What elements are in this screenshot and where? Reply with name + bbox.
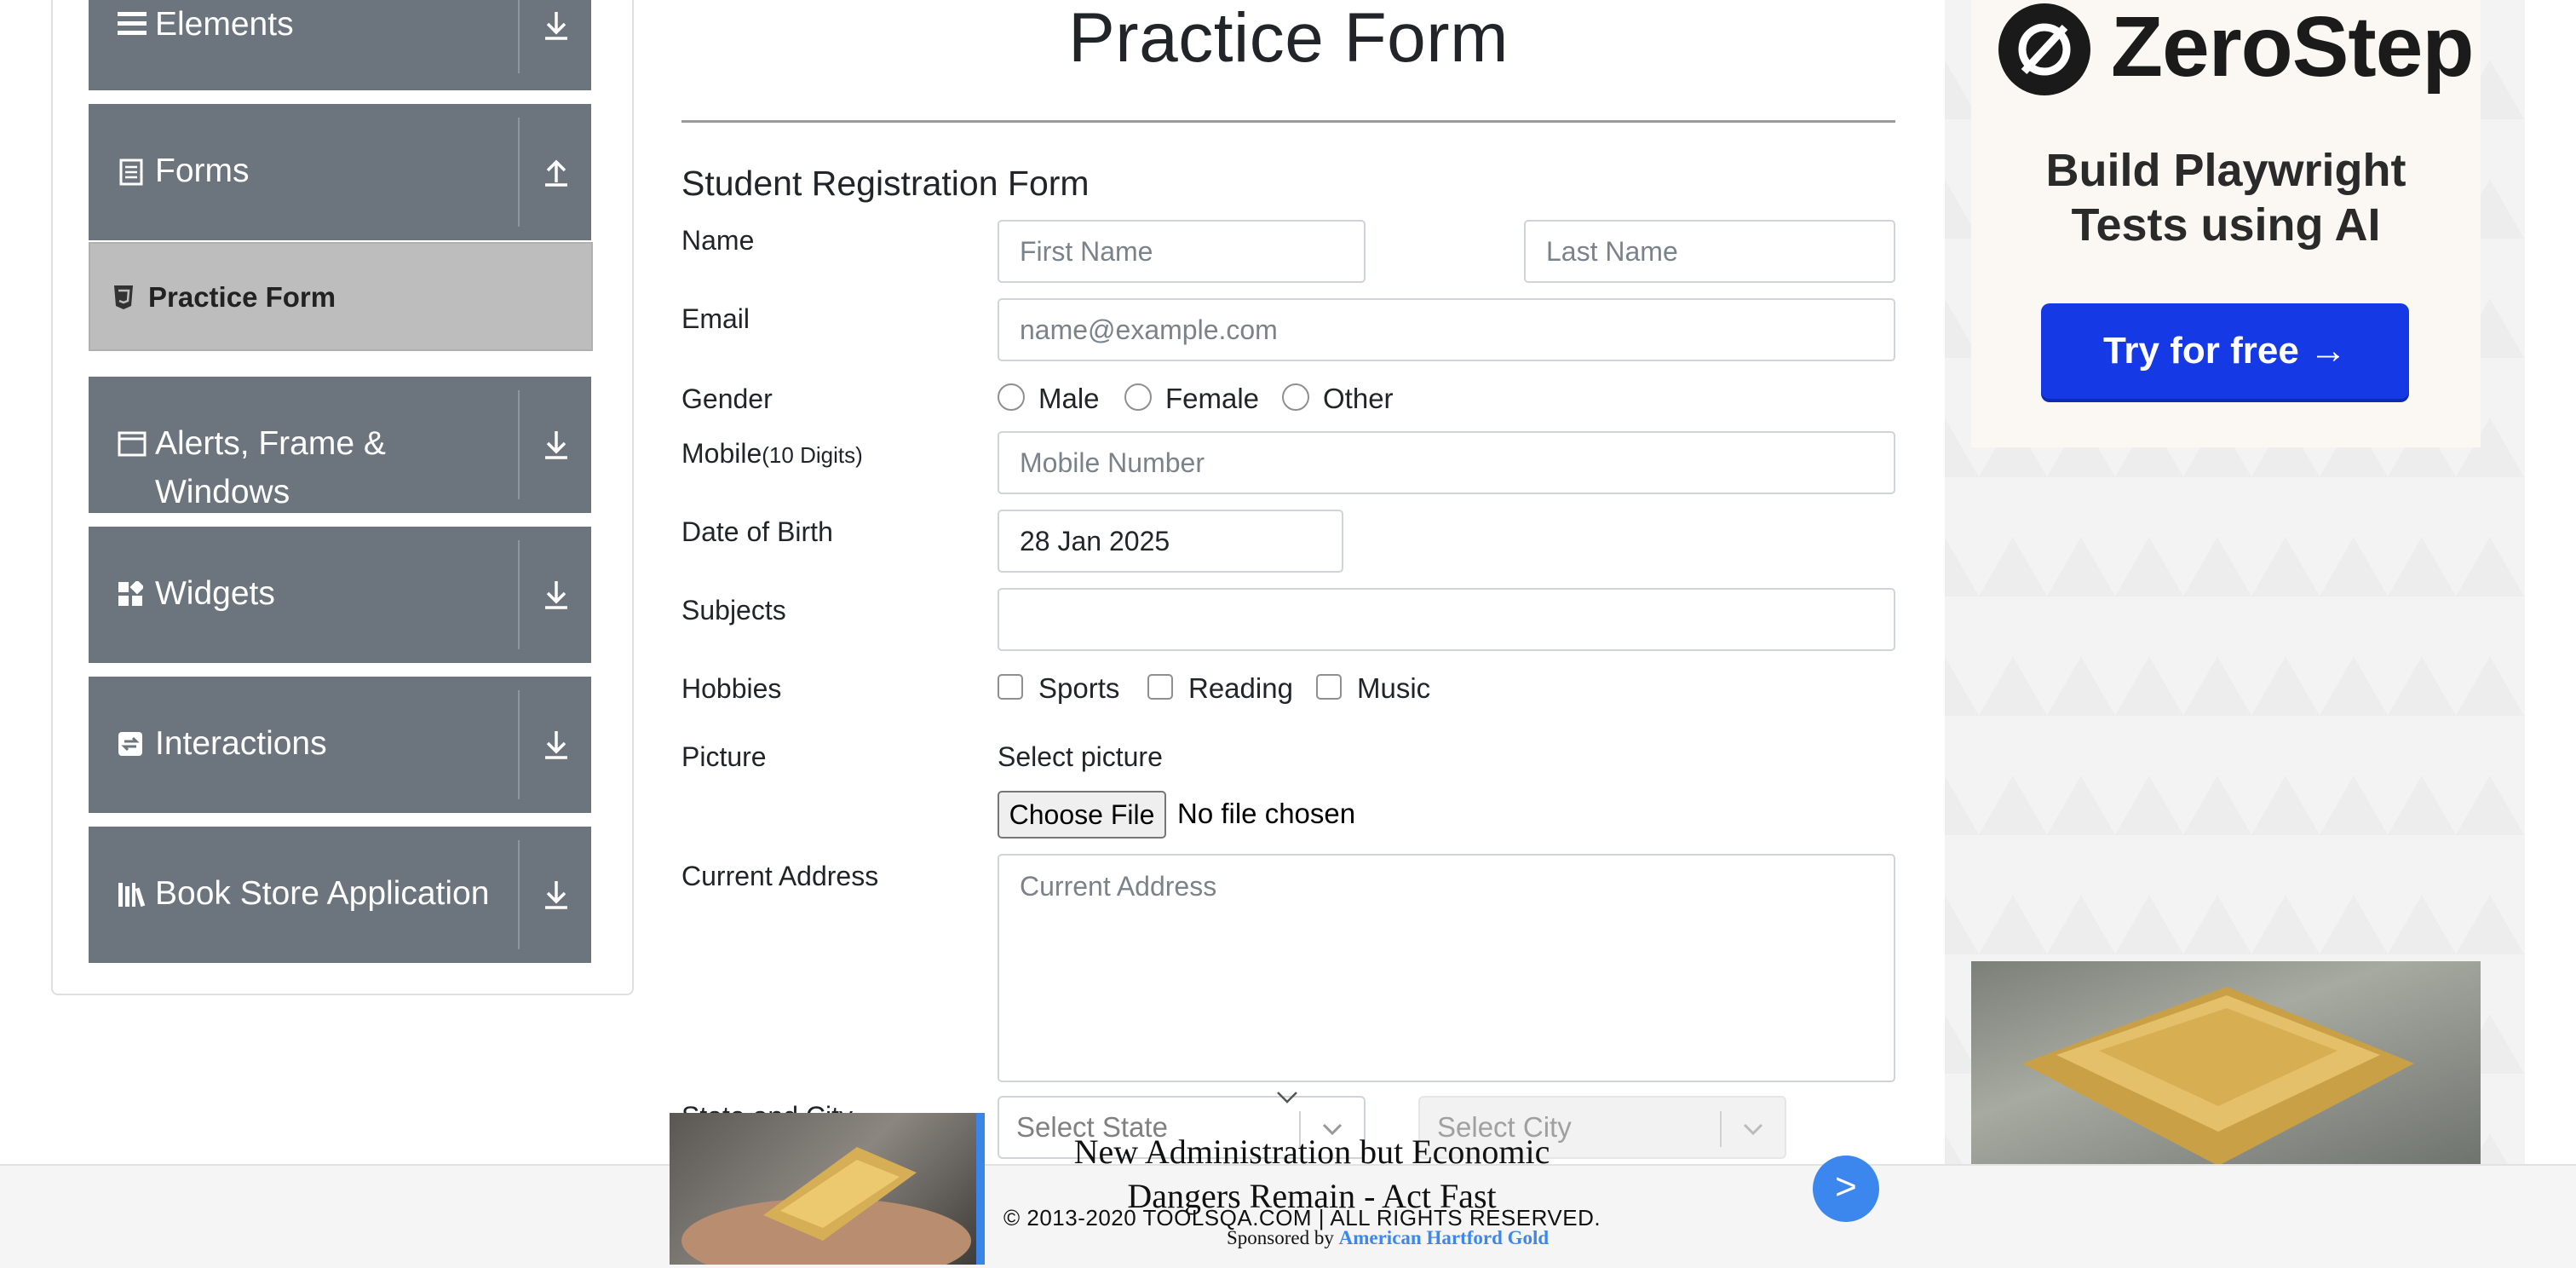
download-arrow-icon [545,881,567,909]
bottom-ad-image[interactable] [670,1113,983,1265]
select-picture-label: Select picture [998,741,1163,772]
gender-option-label[interactable]: Other [1323,383,1394,415]
mobile-label: Mobile(10 Digits) [681,438,863,470]
gold-bar-image [2022,987,2414,1166]
gender-other-radio[interactable] [1282,383,1309,411]
interactions-icon [118,732,142,756]
chevron-down-icon[interactable] [1274,1089,1300,1106]
download-arrow-icon [545,431,567,459]
expand-button[interactable] [520,527,591,663]
sidebar-group-label: Interactions [155,725,327,762]
zerostep-ad[interactable]: ZeroStep Build Playwright Tests using AI… [1971,0,2481,447]
sidebar-group-forms[interactable]: Forms [89,104,591,240]
name-label: Name [681,225,755,256]
expand-button[interactable] [520,827,591,963]
gender-option-label[interactable]: Male [1038,383,1100,415]
sidebar-item-label: Practice Form [148,281,336,313]
form-title: Student Registration Form [681,164,1090,203]
hobby-option-label[interactable]: Sports [1038,672,1119,705]
divider [1720,1111,1722,1147]
sidebar-group-widgets[interactable]: Widgets [89,527,591,663]
first-name-input[interactable] [998,220,1366,283]
sidebar-group-alerts-frame-windows[interactable]: Alerts, Frame & Windows [89,377,591,513]
window-icon [118,431,147,457]
try-for-free-button[interactable]: Try for free → [2041,303,2409,399]
sidebar-group-book-store[interactable]: Book Store Application [89,827,591,963]
sidebar-group-label: Elements [155,6,294,43]
download-arrow-icon [545,731,567,759]
gold-bar-ad-image[interactable] [1971,961,2481,1166]
download-arrow-icon [545,581,567,609]
bottom-ad-headline[interactable]: New Administration but Economic Dangers … [1014,1130,1610,1219]
hobby-sports-checkbox[interactable] [998,674,1023,700]
download-arrow-icon [545,12,567,40]
mobile-label-text: Mobile [681,438,762,469]
file-status: No file chosen [1177,798,1356,829]
gold-in-hands-image [681,1147,971,1265]
hobby-option-label[interactable]: Music [1357,672,1430,705]
collapse-button[interactable] [520,104,591,240]
mobile-input[interactable] [998,431,1895,494]
chevron-down-icon [1743,1123,1763,1136]
sidebar-group-label: Forms [155,153,250,189]
ad-go-button[interactable]: > [1813,1156,1879,1222]
gender-male-radio[interactable] [998,383,1025,411]
sidebar-group-elements[interactable]: Elements [89,0,591,90]
last-name-input[interactable] [1524,220,1895,283]
sponsor-line: Sponsored by American Hartford Gold [1227,1227,1549,1249]
zerostep-logo-icon [1998,3,2090,95]
picture-label: Picture [681,741,767,772]
ad-accent-bar [976,1113,985,1265]
sidebar-item-practice-form[interactable]: Practice Form [89,242,593,351]
current-address-label: Current Address [681,861,879,891]
hobbies-label: Hobbies [681,673,782,704]
subjects-input[interactable] [998,588,1895,651]
current-address-input[interactable] [998,854,1895,1082]
divider [681,120,1895,123]
mobile-hint: (10 Digits) [762,442,863,468]
widgets-icon [118,581,143,606]
books-icon [118,883,146,908]
document-icon [119,158,143,186]
expand-button[interactable] [520,677,591,813]
gender-female-radio[interactable] [1124,383,1152,411]
email-label: Email [681,303,750,334]
sidebar-group-label: Book Store Application [155,875,490,912]
zerostep-tagline-line1: Build Playwright [2045,145,2406,196]
sponsored-by-label: Sponsored by [1227,1227,1334,1248]
email-input[interactable] [998,298,1895,361]
sponsor-name[interactable]: American Hartford Gold [1339,1227,1550,1248]
gender-option-label[interactable]: Female [1165,383,1259,415]
zerostep-tagline-line2: Tests using AI [2071,199,2381,251]
sidebar-group-label-line2: Windows [155,474,290,510]
sidebar-group-label: Alerts, Frame & [155,425,386,462]
hamburger-icon [118,12,147,35]
sidebar-group-interactions[interactable]: Interactions [89,677,591,813]
dob-label: Date of Birth [681,516,833,547]
zerostep-tagline: Build Playwright Tests using AI [1971,143,2481,252]
page-title: Practice Form [1068,0,1509,77]
sidebar-group-label: Widgets [155,575,275,612]
expand-button[interactable] [520,0,591,90]
html5-icon [114,285,133,309]
upload-arrow-icon [545,159,567,187]
gender-label: Gender [681,383,773,414]
subjects-label: Subjects [681,595,786,625]
zerostep-brand: ZeroStep [2111,0,2474,95]
dob-input[interactable] [998,510,1343,573]
hobby-reading-checkbox[interactable] [1147,674,1173,700]
expand-button[interactable] [520,377,591,513]
choose-file-button[interactable]: Choose File [998,791,1166,839]
hobby-option-label[interactable]: Reading [1188,672,1293,705]
hobby-music-checkbox[interactable] [1316,674,1342,700]
